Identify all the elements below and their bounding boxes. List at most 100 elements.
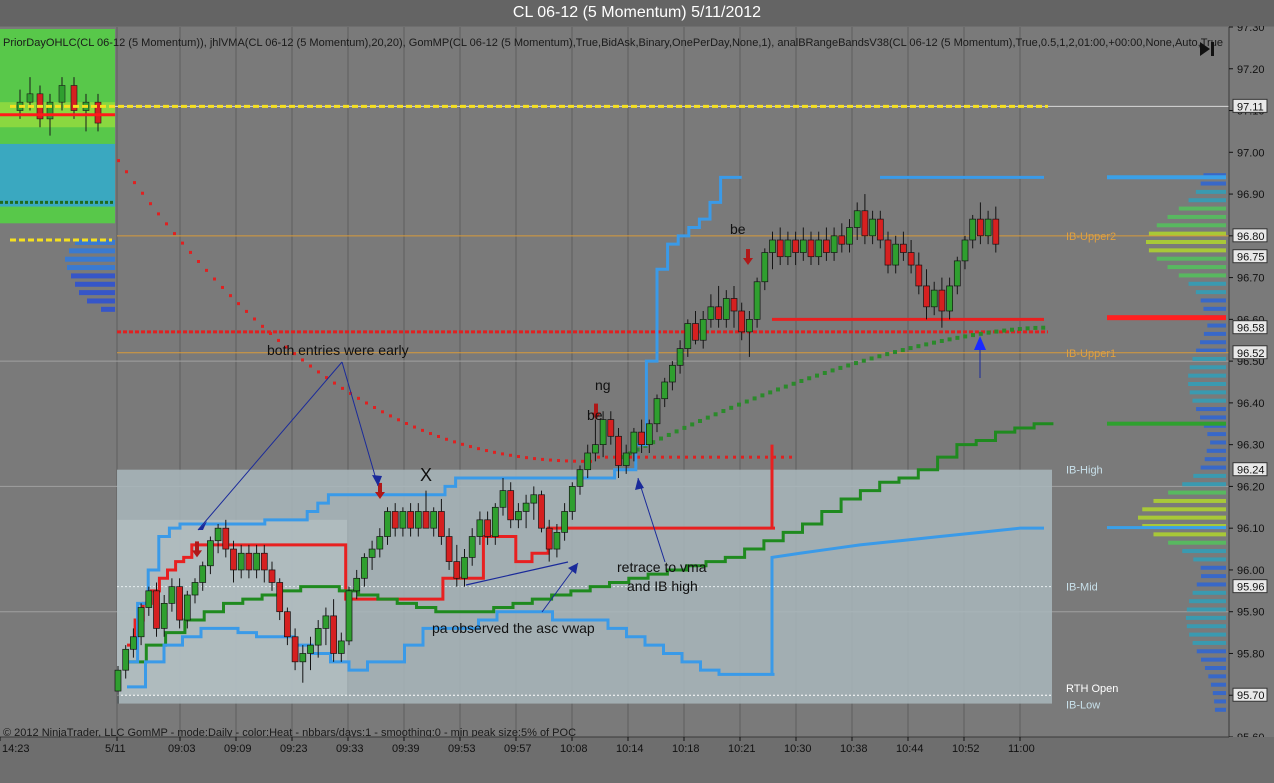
candle [453,561,461,579]
y-tick-label: 97.20 [1237,64,1265,76]
candle [969,218,977,241]
profile-bar [1207,323,1226,328]
profile-bar [1138,515,1226,520]
candle [291,636,299,663]
candle [368,548,376,558]
candle [977,218,984,237]
vwap-dot [421,428,424,432]
candle [923,285,930,308]
vwap-dot [229,294,232,298]
vwap-dot [963,334,968,339]
vwap-dot [705,415,710,420]
vwap-dot [765,455,768,459]
level-label: IB-Low [1066,700,1100,712]
prior-candle [58,85,66,103]
candle [692,323,699,341]
candle [892,243,900,266]
profile-bar [1212,691,1226,696]
vwap-dot [501,452,504,456]
vwap-dot [245,309,248,313]
profile-blue-band [1107,526,1226,530]
prior-hist-bar [69,248,115,254]
profile-bar [1148,248,1226,253]
annotation-text: and IB high [627,578,698,594]
vwap-dot [533,457,536,461]
candle [900,243,907,253]
price-flag-label: 95.70 [1237,690,1265,702]
vwap-dot [1017,326,1022,331]
candle [345,590,353,642]
vwap-dot [666,432,671,437]
prior-hist-bar [65,256,115,262]
x-tick-label: 09:53 [448,743,476,755]
profile-bar [1193,473,1226,478]
price-flag-label: 97.11 [1237,101,1264,113]
profile-bar [1189,365,1226,370]
vwap-dot [461,442,464,446]
vwap-dot [373,405,376,409]
vwap-dot [677,455,680,459]
profile-bar [1142,507,1226,512]
vwap-dot [861,358,866,363]
candle [399,511,407,529]
vwap-dot [659,436,663,441]
x-tick-label: 5/11 [105,743,126,755]
candle [153,590,160,629]
candle [168,586,176,604]
candle [468,536,476,558]
vwap-dot [493,450,496,454]
price-flag-label: 96.52 [1237,348,1265,360]
candle [884,239,892,266]
profile-bar [1192,356,1226,361]
vwap-dot [125,170,128,174]
candle [730,298,738,312]
price-flag-label: 96.58 [1237,323,1265,335]
vwap-dot [737,402,741,407]
candle [176,586,183,621]
profile-bar [1192,590,1226,595]
chart-canvas[interactable]: both entries were early Xbe ng be retrace to… [0,26,1274,783]
vwap-dot [760,393,765,398]
profile-bar [1200,340,1226,345]
profile-bar [1153,532,1226,537]
vwap-dot [525,456,528,460]
vwap-dot [885,352,890,357]
vwap-dot [549,458,552,462]
vwap-dot [541,457,544,461]
candle [645,423,653,445]
profile-top-band [1107,175,1226,180]
prior-profile-cool [0,143,115,207]
vwap-dot [605,455,608,459]
vwap-dot [389,414,392,418]
candle [391,511,399,529]
x-tick-label: 10:30 [784,743,812,755]
x-tick-label: 11:00 [1008,743,1035,755]
profile-bar [1182,482,1226,487]
profile-bar [1200,298,1226,303]
prior-candle [46,101,54,120]
candle [122,648,130,671]
candle [861,210,869,237]
x-tick-label: 10:44 [896,743,924,755]
candle [507,490,515,521]
candle [276,582,284,613]
profile-bar [1186,624,1226,629]
candle [414,511,422,529]
profile-bar [1189,390,1226,395]
y-tick-label: 96.00 [1237,565,1265,577]
vwap-dot [994,329,999,334]
vwap-dot [165,222,168,226]
vwap-dot [365,401,368,405]
vwap-dot [932,340,936,345]
candle [183,594,191,621]
candle [376,536,384,550]
price-flag-label: 95.96 [1237,582,1265,594]
vwap-dot [317,370,320,374]
vwap-dot [333,381,336,385]
vwap-dot [301,358,304,362]
vwap-dot [768,390,773,395]
price-flag-label: 96.80 [1237,231,1265,243]
y-tick-label: 96.10 [1237,523,1265,535]
y-tick-label: 97.30 [1237,26,1265,34]
vwap-dot [725,455,728,459]
